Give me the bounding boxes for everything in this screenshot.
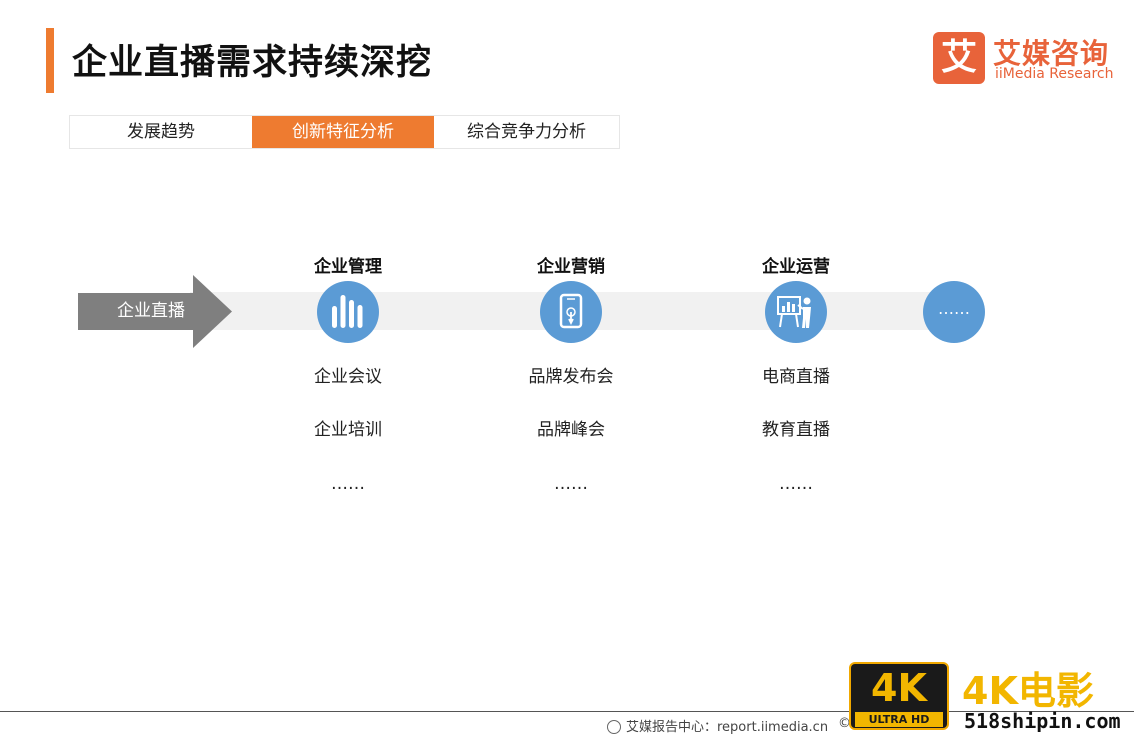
operations-node — [765, 281, 827, 343]
presentation-icon — [777, 296, 811, 328]
tab-innovation-features[interactable]: 创新特征分析 — [252, 116, 434, 148]
management-node — [317, 281, 379, 343]
tab-competitiveness[interactable]: 综合竞争力分析 — [434, 116, 619, 148]
footer-source: 艾媒报告中心：report.iimedia.cn — [607, 716, 828, 735]
iimedia-logo: 艾 艾媒咨询 iiMedia Research — [933, 32, 1123, 88]
column-heading-operations: 企业运营 — [762, 257, 830, 277]
more-label: …… — [938, 299, 970, 318]
tab-development-trend[interactable]: 发展趋势 — [70, 116, 252, 148]
column-heading-management: 企业管理 — [314, 257, 382, 277]
section-tabs: 发展趋势 创新特征分析 综合竞争力分析 — [69, 115, 620, 149]
watermark-url: 518shipin.com — [964, 709, 1121, 733]
logo-mark: 艾 — [933, 32, 985, 84]
list-item: …… — [779, 474, 813, 494]
source-label: 企业直播 — [117, 301, 185, 321]
column-heading-marketing: 企业营销 — [537, 257, 605, 277]
more-node: …… — [923, 281, 985, 343]
globe-icon — [607, 720, 621, 734]
footer-source-text: 艾媒报告中心：report.iimedia.cn — [626, 720, 829, 735]
marketing-node — [540, 281, 602, 343]
list-item: 品牌发布会 — [528, 367, 614, 387]
list-item: 电商直播 — [762, 367, 830, 387]
list-item: 企业培训 — [314, 420, 382, 440]
list-item: 教育直播 — [762, 420, 830, 440]
watermark-badge-main: 4K — [871, 666, 927, 710]
title-accent-bar — [46, 28, 54, 93]
list-item: …… — [331, 474, 365, 494]
logo-name-en: iiMedia Research — [995, 66, 1114, 82]
smartphone-touch-icon — [559, 293, 583, 329]
bar-chart-icon — [332, 295, 363, 328]
watermark-badge-sub: ULTRA HD — [855, 712, 943, 727]
list-item: 企业会议 — [314, 367, 382, 387]
list-item: 品牌峰会 — [537, 420, 605, 440]
watermark-title: 4K电影 — [962, 669, 1094, 713]
page-title: 企业直播需求持续深挖 — [72, 43, 433, 83]
list-item: …… — [554, 474, 588, 494]
watermark-badge: 4K ULTRA HD — [849, 662, 949, 730]
